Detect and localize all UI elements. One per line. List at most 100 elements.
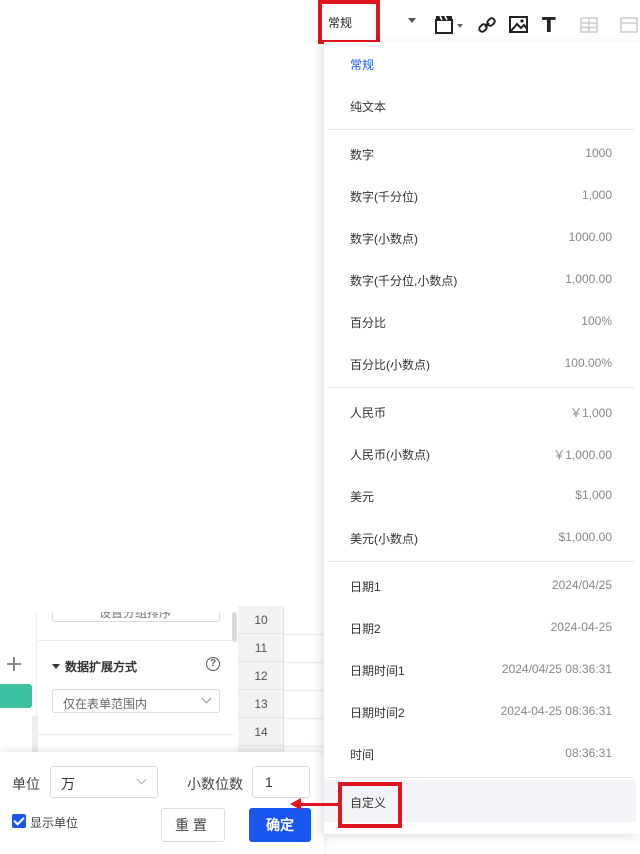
menu-item-example: $1,000 [575,488,612,502]
menu-item[interactable]: 美元(小数点) $1,000.00 [324,516,636,558]
menu-item-example: 100.00% [564,356,612,370]
menu-item-example: 1,000.00 [565,272,612,286]
menu-item-example: 2024-04-25 [550,620,612,634]
menu-item-label: 美元(小数点) [350,532,418,546]
unit-value: 万 [61,776,75,792]
group-sort-button[interactable]: 设置分组排序 [52,612,220,622]
menu-item[interactable]: 纯文本 [324,84,636,126]
chevron-down-icon[interactable] [456,22,464,30]
image-icon[interactable] [508,14,530,36]
menu-item[interactable]: 数字 1000 [324,132,636,174]
menu-item[interactable]: 日期时间1 2024/04/25 08:36:31 [324,648,636,690]
menu-item[interactable]: 日期2 2024-04-25 [324,606,636,648]
menu-separator [328,777,634,778]
ok-button[interactable]: 确定 [249,808,311,842]
expand-mode-select[interactable]: 仅在表单范围内 [52,689,220,713]
row-header[interactable]: 11 [238,634,284,662]
caret-down-icon [52,664,60,669]
plus-icon[interactable] [6,656,22,672]
highlight-box-custom [338,782,402,828]
grid-line [284,690,324,691]
grid-line [284,746,324,747]
group-sort-label: 设置分组排序 [99,612,172,620]
decimal-input[interactable]: 1 [252,766,310,798]
decimal-label: 小数位数 [187,776,243,792]
section-title[interactable]: 数据扩展方式 [52,658,137,675]
menu-item[interactable]: 美元 $1,000 [324,474,636,516]
menu-separator [328,561,634,562]
menu-item-example: 2024-04-25 08:36:31 [500,704,612,718]
menu-item[interactable]: 百分比(小数点) 100.00% [324,342,636,384]
menu-item-example: 1000 [585,146,612,160]
menu-item[interactable]: 日期时间2 2024-04-25 08:36:31 [324,690,636,732]
grid-line [284,718,324,719]
menu-item[interactable]: 人民币(小数点) ￥1,000.00 [324,432,636,474]
clapperboard-icon[interactable] [434,14,456,36]
highlight-box-format [318,0,380,44]
menu-item-example: 08:36:31 [565,746,612,760]
divider [38,734,234,735]
unit-select[interactable]: 万 [50,766,158,798]
menu-item-label: 人民币 [350,406,387,420]
menu-item-label: 百分比 [350,316,387,330]
menu-item-label: 数字(千分位,小数点) [350,274,458,288]
menu-item-label: 百分比(小数点) [350,358,430,372]
chevron-down-icon [136,774,147,785]
show-unit-checkbox[interactable] [12,814,26,828]
menu-item-example: ￥1,000.00 [553,448,612,462]
grid-line [284,662,324,663]
menu-item-label: 数字 [350,148,375,162]
table-icon[interactable] [578,14,600,36]
menu-item[interactable]: 数字(小数点) 1000.00 [324,216,636,258]
menu-item-label: 日期1 [350,580,381,594]
menu-item-example: ￥1,000 [569,406,612,420]
expand-mode-value: 仅在表单范围内 [63,697,148,711]
menu-item-label: 时间 [350,748,375,762]
menu-item-label: 纯文本 [350,100,387,114]
grid-line [284,634,324,635]
reset-button[interactable]: 重置 [161,808,225,842]
divider [38,640,234,641]
scrollbar[interactable] [232,612,237,642]
menu-item[interactable]: 数字(千分位) 1,000 [324,174,636,216]
menu-item-label: 数字(小数点) [350,232,418,246]
unit-dialog: 单位 万 小数位数 1 显示单位 重置 确定 [0,752,324,854]
menu-item-example: 1000.00 [568,230,612,244]
chevron-down-icon [201,693,212,704]
show-unit-label[interactable]: 显示单位 [30,814,78,831]
row-header[interactable]: 14 [238,718,284,746]
annotation-arrow-head [290,798,301,810]
menu-item-label: 人民币(小数点) [350,448,430,462]
section-title-label: 数据扩展方式 [65,660,138,674]
chevron-down-icon [408,18,416,23]
menu-item-example: $1,000.00 [558,530,612,544]
menu-item[interactable]: 人民币 ￥1,000 [324,390,636,432]
menu-item-label: 日期时间2 [350,706,405,720]
link-icon[interactable] [476,14,498,36]
menu-separator [328,387,634,388]
row-header[interactable]: 10 [238,606,284,634]
menu-item[interactable]: 数字(千分位,小数点) 1,000.00 [324,258,636,300]
menu-item-label: 日期2 [350,622,381,636]
annotation-arrow [300,803,338,806]
menu-item[interactable]: 日期1 2024/04/25 [324,564,636,606]
menu-item-example: 1,000 [581,188,612,202]
menu-separator [328,129,634,130]
row-header[interactable]: 12 [238,662,284,690]
menu-item-label: 常规 [350,58,375,72]
active-tab-marker[interactable] [0,684,32,708]
scroll-track [32,716,38,756]
menu-item[interactable]: 时间 08:36:31 [324,732,636,774]
menu-item-example: 2024/04/25 08:36:31 [501,662,612,676]
menu-item-example: 100% [581,314,612,328]
row-header[interactable]: 13 [238,690,284,718]
menu-item-label: 数字(千分位) [350,190,418,204]
text-icon[interactable]: T [542,14,556,36]
menu-item[interactable]: 百分比 100% [324,300,636,342]
help-icon[interactable]: ? [206,657,220,671]
merge-cells-icon[interactable] [618,14,640,36]
menu-item[interactable]: 常规 [324,42,636,84]
menu-item-label: 日期时间1 [350,664,405,678]
menu-item-label: 美元 [350,490,375,504]
number-format-dropdown: 常规 纯文本 数字 1000 数字(千分位) 1,000 数字(小数点) 1000.00 数字(… [324,42,640,834]
